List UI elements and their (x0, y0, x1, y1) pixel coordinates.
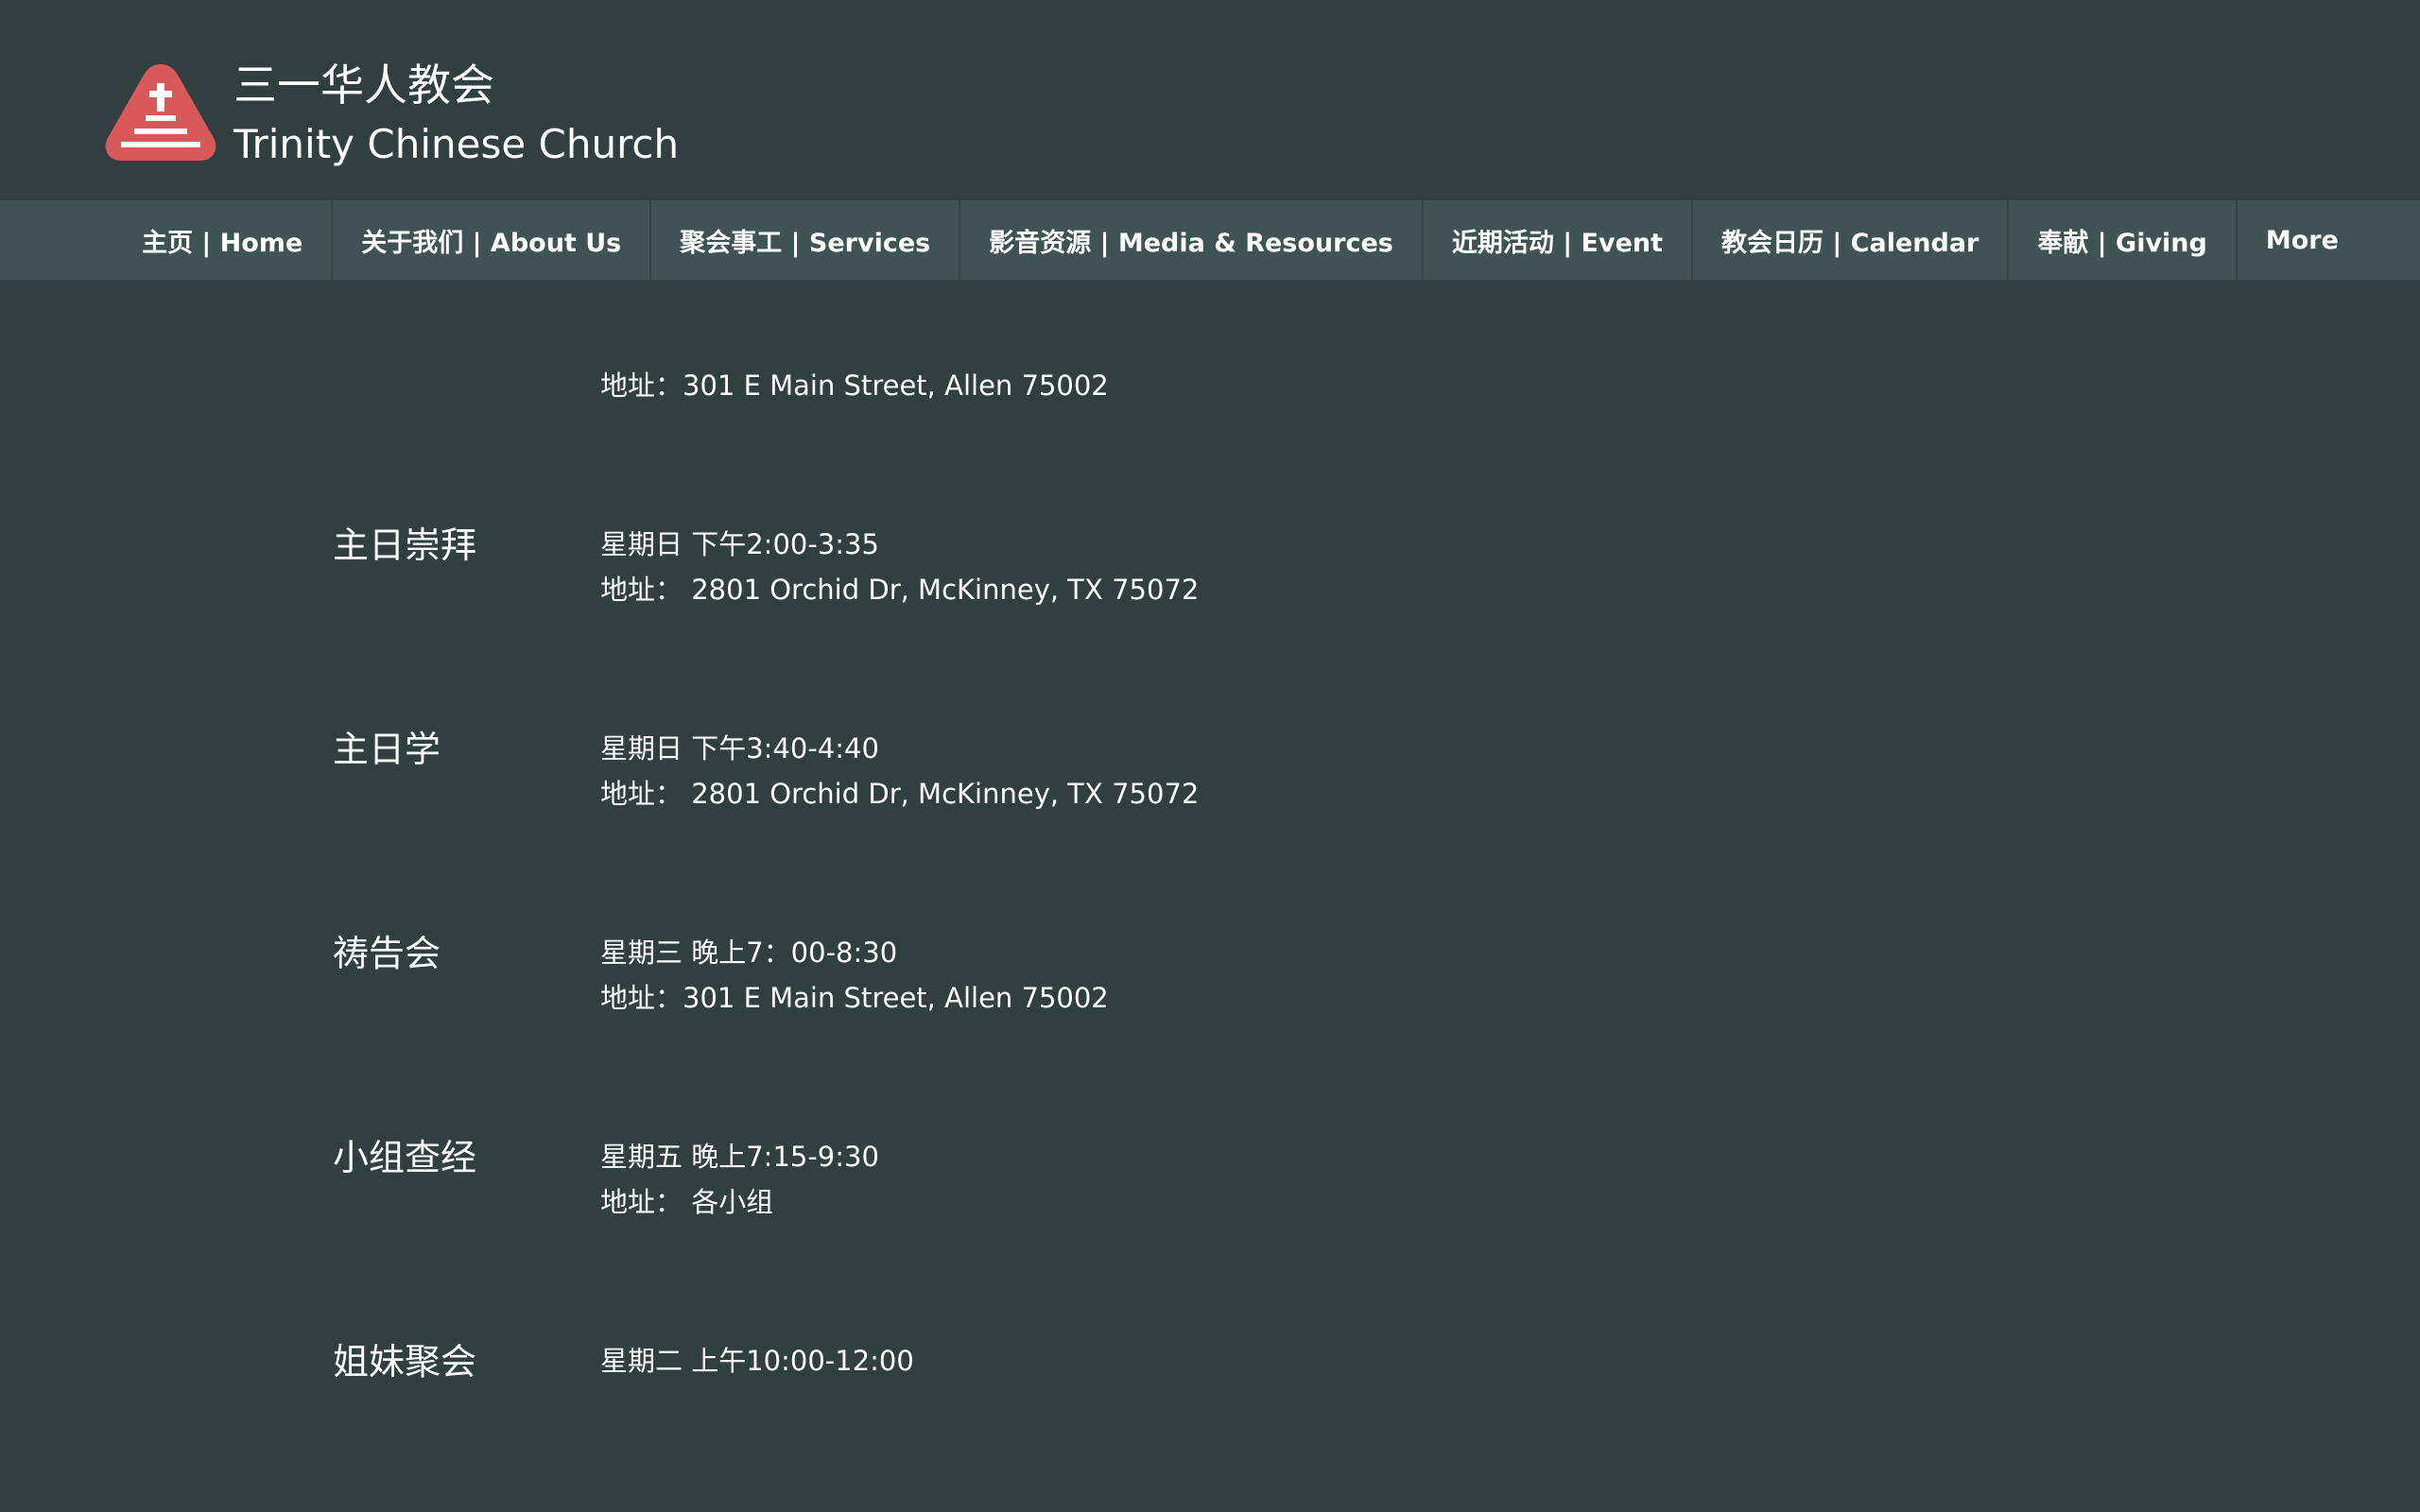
schedule-item-name: 主日学 (333, 729, 441, 770)
schedule-item-details: 星期三 晚上7：00-8:30 地址：301 E Main Street, Al… (600, 930, 1109, 1021)
schedule-item-address: 地址：301 E Main Street, Allen 75002 (600, 982, 1109, 1014)
top-address-block: 地址：301 E Main Street, Allen 75002 (600, 363, 1109, 408)
nav-item-home[interactable]: 主页 | Home (113, 200, 331, 280)
schedule-item-time: 星期日 下午3:40-4:40 (600, 732, 879, 765)
nav-item-event[interactable]: 近期活动 | Event (1421, 200, 1691, 280)
schedule-item-details: 星期日 下午3:40-4:40 地址： 2801 Orchid Dr, McKi… (600, 726, 1199, 816)
schedule-item-time: 星期日 下午2:00-3:35 (600, 528, 879, 560)
nav-item-media-resources[interactable]: 影音资源 | Media & Resources (959, 200, 1422, 280)
nav-item-calendar[interactable]: 教会日历 | Calendar (1691, 200, 2007, 280)
schedule-item-time: 星期三 晚上7：00-8:30 (600, 936, 898, 969)
top-address: 地址：301 E Main Street, Allen 75002 (600, 369, 1109, 402)
site-title-chinese[interactable]: 三一华人教会 (233, 59, 494, 112)
site-title-english[interactable]: Trinity Chinese Church (233, 119, 679, 170)
nav-item-about-us[interactable]: 关于我们 | About Us (331, 200, 649, 280)
schedule-item-time: 星期五 晚上7:15-9:30 (600, 1141, 879, 1173)
nav-item-services[interactable]: 聚会事工 | Services (649, 200, 959, 280)
church-logo-icon[interactable] (102, 60, 219, 164)
schedule-item-address: 地址： 2801 Orchid Dr, McKinney, TX 75072 (600, 574, 1200, 606)
schedule-item-address: 地址： 2801 Orchid Dr, McKinney, TX 75072 (600, 778, 1200, 810)
main-navigation: 主页 | Home 关于我们 | About Us 聚会事工 | Service… (0, 200, 2420, 280)
schedule-item-details: 星期日 下午2:00-3:35 地址： 2801 Orchid Dr, McKi… (600, 522, 1199, 612)
schedule-item-details: 星期二 上午10:00-12:00 (600, 1338, 914, 1383)
nav-item-giving[interactable]: 奉献 | Giving (2007, 200, 2235, 280)
schedule-item-address: 地址： 各小组 (600, 1186, 774, 1218)
nav-item-more[interactable]: More (2235, 200, 2367, 280)
schedule-item-time: 星期二 上午10:00-12:00 (600, 1345, 914, 1377)
schedule-item-name: 姐妹聚会 (333, 1341, 477, 1383)
site-header: 三一华人教会 Trinity Chinese Church (0, 0, 2420, 200)
schedule-item-name: 小组查经 (333, 1137, 477, 1178)
schedule-item-details: 星期五 晚上7:15-9:30 地址： 各小组 (600, 1134, 879, 1225)
schedule-content: 地址：301 E Main Street, Allen 75002 主日崇拜 星… (0, 280, 2420, 1512)
schedule-item-name: 主日崇拜 (333, 524, 477, 566)
schedule-item-name: 祷告会 (333, 933, 441, 974)
